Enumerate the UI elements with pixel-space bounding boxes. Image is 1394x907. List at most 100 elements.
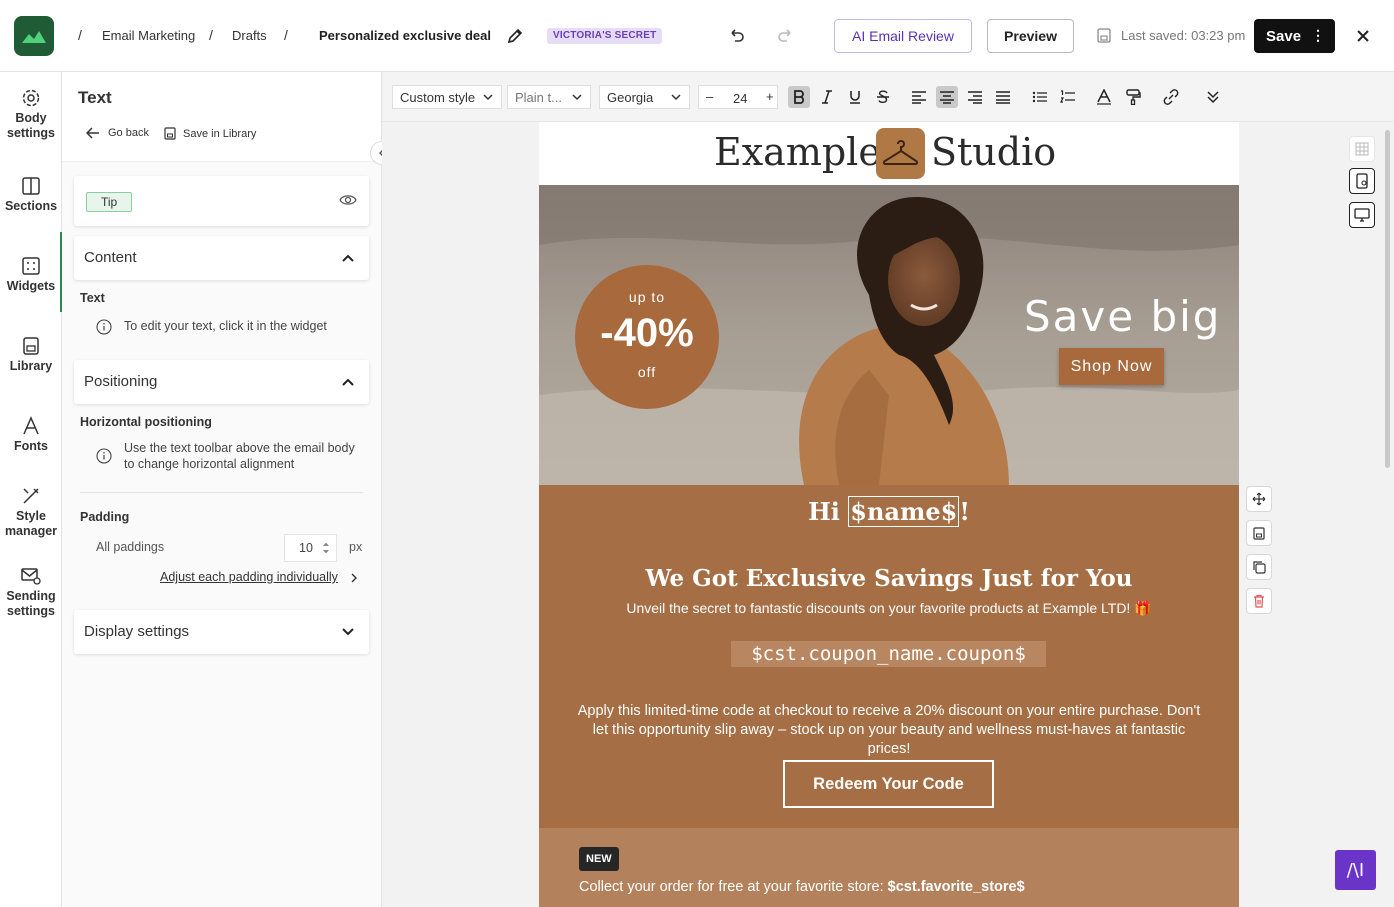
align-center-icon[interactable]	[936, 86, 958, 108]
content-section-header[interactable]: Content	[74, 236, 369, 280]
hero-image[interactable]: up to -40% off Save big Shop Now	[539, 185, 1239, 485]
more-options-icon[interactable]: ⋮	[1311, 27, 1325, 44]
badge-percent: -40%	[600, 311, 694, 355]
save-in-library-button[interactable]: Save in Library	[164, 127, 256, 140]
padding-label: Padding	[80, 510, 130, 524]
store-section[interactable]: NEW Collect your order for free at your …	[539, 828, 1239, 907]
tip-badge[interactable]: Tip	[86, 192, 133, 212]
rail-label: settings	[7, 604, 55, 618]
close-icon[interactable]	[1352, 25, 1374, 47]
expand-toolbar-icon[interactable]	[1202, 86, 1224, 108]
hero-title: Save big	[1024, 292, 1222, 341]
padding-value: 10	[299, 541, 313, 555]
italic-icon[interactable]	[816, 86, 838, 108]
format-select[interactable]: Plain t...	[507, 85, 591, 109]
rail-label: Library	[9, 359, 53, 373]
go-back-button[interactable]: Go back	[86, 127, 149, 139]
underline-icon[interactable]	[844, 86, 866, 108]
coupon-code[interactable]: $cst.coupon_name.coupon$	[731, 641, 1046, 667]
rail-item-body-settings[interactable]: Body settings	[0, 88, 62, 141]
padding-input[interactable]: 10	[284, 534, 337, 562]
align-right-icon[interactable]	[964, 86, 986, 108]
save-button[interactable]: Save ⋮	[1254, 19, 1335, 53]
greeting[interactable]: Hi $name$!	[539, 496, 1239, 527]
preview-button[interactable]: Preview	[987, 19, 1074, 53]
email-body[interactable]: Example Studio up to -40% off Save big S…	[539, 122, 1239, 907]
app-logo[interactable]	[14, 16, 54, 56]
offer-subline[interactable]: Unveil the secret to fantastic discounts…	[539, 600, 1239, 617]
strikethrough-icon[interactable]	[872, 86, 894, 108]
shop-now-button[interactable]: Shop Now	[1059, 348, 1164, 385]
top-bar: / Email Marketing / Drafts / Personalize…	[0, 0, 1394, 72]
rail-item-sending-settings[interactable]: Sending settings	[0, 566, 62, 619]
chevron-up-icon	[342, 378, 354, 386]
widgets-icon	[22, 257, 40, 275]
email-logo-block[interactable]: Example Studio	[539, 122, 1239, 185]
rail-item-widgets[interactable]: Widgets	[0, 256, 62, 294]
breadcrumb-drafts[interactable]: Drafts	[232, 28, 267, 43]
library-icon	[23, 337, 39, 355]
adjust-padding-link[interactable]: Adjust each padding individually	[160, 570, 338, 584]
offer-description[interactable]: Apply this limited-time code at checkout…	[574, 702, 1204, 759]
display-settings-title: Display settings	[84, 623, 190, 640]
format-painter-icon[interactable]	[1122, 86, 1144, 108]
bullet-list-icon[interactable]	[1029, 86, 1051, 108]
decrease-size-icon[interactable]: –	[706, 89, 713, 104]
rail-item-style-manager[interactable]: Style manager	[0, 486, 62, 539]
align-left-icon[interactable]	[908, 86, 930, 108]
go-back-label: Go back	[108, 127, 149, 139]
store-text[interactable]: Collect your order for free at your favo…	[579, 879, 1025, 895]
redeem-code-button[interactable]: Redeem Your Code	[783, 760, 994, 808]
settings-panel: Text Go back Save in Library Tip Content…	[62, 72, 382, 907]
display-settings-header[interactable]: Display settings	[74, 610, 369, 654]
delete-block-button[interactable]	[1246, 588, 1272, 614]
canvas-scrollbar[interactable]	[1385, 130, 1390, 468]
eye-icon[interactable]	[339, 193, 357, 207]
name-merge-tag[interactable]: $name$	[848, 496, 960, 527]
bold-icon[interactable]	[788, 86, 810, 108]
offer-section[interactable]: Hi $name$! We Got Exclusive Savings Just…	[539, 485, 1239, 828]
move-block-button[interactable]	[1246, 486, 1272, 512]
numbered-list-icon[interactable]	[1057, 86, 1079, 108]
link-icon[interactable]	[1160, 86, 1182, 108]
grid-view-button[interactable]	[1349, 136, 1375, 162]
align-justify-icon[interactable]	[992, 86, 1014, 108]
font-select[interactable]: Georgia	[599, 85, 690, 109]
sections-icon	[22, 177, 40, 195]
stepper-icon[interactable]	[321, 541, 331, 555]
last-saved-text: Last saved: 03:23 pm	[1121, 28, 1246, 43]
store-text-prefix: Collect your order for free at your favo…	[579, 879, 888, 895]
increase-size-icon[interactable]: +	[766, 89, 774, 104]
offer-headline[interactable]: We Got Exclusive Savings Just for You	[539, 565, 1239, 592]
horizontal-info: Use the text toolbar above the email bod…	[96, 440, 364, 472]
badge-off: off	[637, 364, 657, 380]
hanger-icon	[882, 140, 919, 166]
desktop-view-button[interactable]	[1349, 202, 1375, 228]
duplicate-block-button[interactable]	[1246, 554, 1272, 580]
rail-item-library[interactable]: Library	[0, 336, 62, 374]
trash-icon	[1254, 594, 1264, 608]
ai-email-review-button[interactable]: AI Email Review	[834, 19, 972, 53]
grid-icon	[1355, 142, 1369, 156]
rail-item-sections[interactable]: Sections	[0, 176, 62, 214]
rail-item-fonts[interactable]: Fonts	[0, 416, 62, 454]
pencil-icon[interactable]	[506, 27, 524, 45]
ai-assistant-button[interactable]: /\I	[1335, 850, 1376, 890]
text-color-icon[interactable]	[1093, 86, 1115, 108]
email-title: Personalized exclusive deal	[319, 28, 491, 43]
chevron-down-icon	[572, 94, 582, 101]
mobile-view-button[interactable]	[1349, 168, 1375, 194]
save-status-icon	[1097, 28, 1111, 43]
positioning-section-header[interactable]: Positioning	[74, 360, 369, 404]
format-select-value: Plain t...	[515, 90, 562, 105]
redo-icon[interactable]	[776, 26, 796, 46]
style-select[interactable]: Custom style	[392, 85, 502, 109]
mail-settings-icon	[21, 568, 41, 585]
font-size-stepper[interactable]: – 24 +	[698, 85, 778, 109]
desktop-icon	[1354, 208, 1370, 222]
save-block-button[interactable]	[1246, 520, 1272, 546]
undo-icon[interactable]	[726, 26, 746, 46]
font-size-value[interactable]: 24	[733, 91, 747, 106]
rail-label: Style	[16, 509, 46, 523]
breadcrumb-email-marketing[interactable]: Email Marketing	[102, 28, 195, 43]
